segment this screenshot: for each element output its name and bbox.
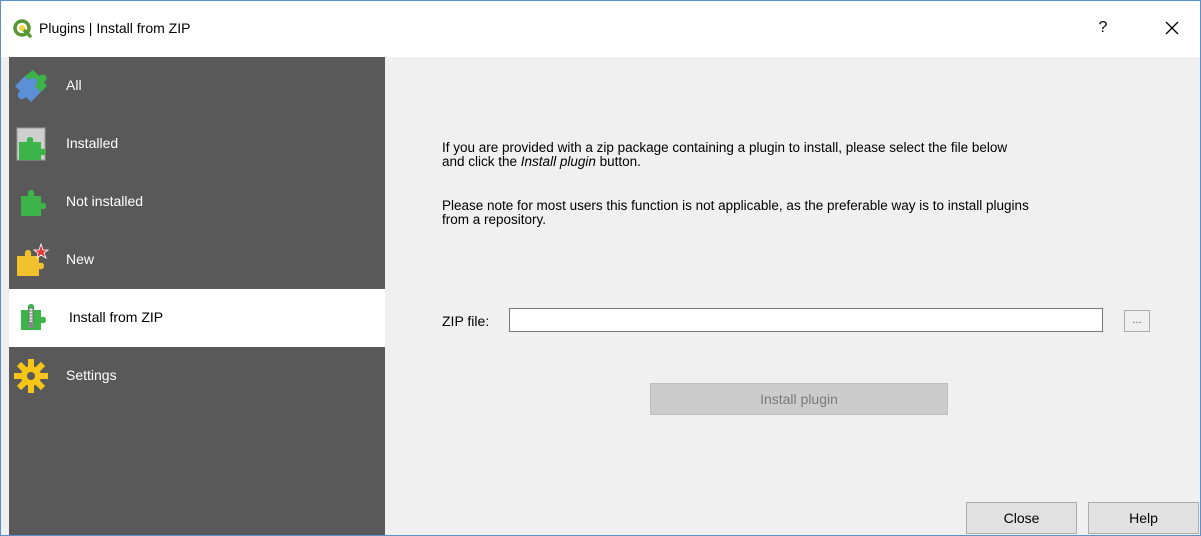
puzzle-zip-icon [21, 304, 46, 330]
context-help-button[interactable]: ? [1091, 15, 1115, 41]
gear-icon [14, 359, 48, 393]
sidebar-item-label: All [66, 77, 82, 93]
zip-info-line-2: and click the Install plugin button. [442, 155, 1162, 169]
plugin-category-sidebar: All Installed Not installed New Install … [9, 57, 385, 535]
install-plugin-emphasis: Install plugin [520, 154, 596, 169]
help-button[interactable]: Help [1088, 502, 1199, 534]
puzzle-installed-icon [16, 127, 46, 161]
sidebar-item-label: Install from ZIP [69, 309, 164, 325]
sidebar-item-label: New [66, 251, 95, 267]
install-plugin-button[interactable]: Install plugin [650, 383, 948, 415]
zip-info-paragraph: If you are provided with a zip package c… [442, 141, 1162, 169]
zip-info-line: If you are provided with a zip package c… [442, 140, 1008, 155]
repository-note-line: from a repository. [442, 212, 547, 227]
close-icon [1165, 21, 1179, 35]
zip-info-text: and click the [442, 154, 521, 169]
qgis-logo-icon [13, 19, 32, 38]
sidebar-item-installed[interactable]: Installed [9, 115, 385, 173]
repository-note-line: Please note for most users this function… [442, 198, 1029, 213]
zip-info-text: button. [595, 154, 641, 169]
window-close-button[interactable] [1159, 15, 1185, 41]
puzzle-new-icon [17, 242, 49, 276]
sidebar-item-new[interactable]: New [9, 231, 385, 289]
zip-file-input[interactable] [509, 308, 1103, 332]
install-from-zip-panel: If you are provided with a zip package c… [385, 57, 1200, 535]
close-button[interactable]: Close [966, 502, 1077, 534]
zip-file-label: ZIP file: [442, 313, 490, 329]
window-title: Plugins | Install from ZIP [39, 20, 191, 36]
title-bar: Plugins | Install from ZIP ? [1, 1, 1200, 57]
puzzle-all-icon [15, 70, 47, 102]
sidebar-item-label: Not installed [66, 193, 144, 209]
repository-note-paragraph: Please note for most users this function… [442, 199, 1162, 227]
sidebar-item-settings[interactable]: Settings [9, 347, 385, 405]
sidebar-item-label: Installed [66, 135, 119, 151]
sidebar-item-all[interactable]: All [9, 57, 385, 115]
sidebar-item-not-installed[interactable]: Not installed [9, 173, 385, 231]
sidebar-item-install-from-zip[interactable]: Install from ZIP [9, 289, 385, 347]
puzzle-not-installed-icon [21, 190, 46, 216]
sidebar-item-label: Settings [66, 367, 117, 383]
plugins-dialog: Plugins | Install from ZIP ? All Install… [0, 0, 1201, 536]
browse-button[interactable]: ... [1124, 310, 1150, 332]
